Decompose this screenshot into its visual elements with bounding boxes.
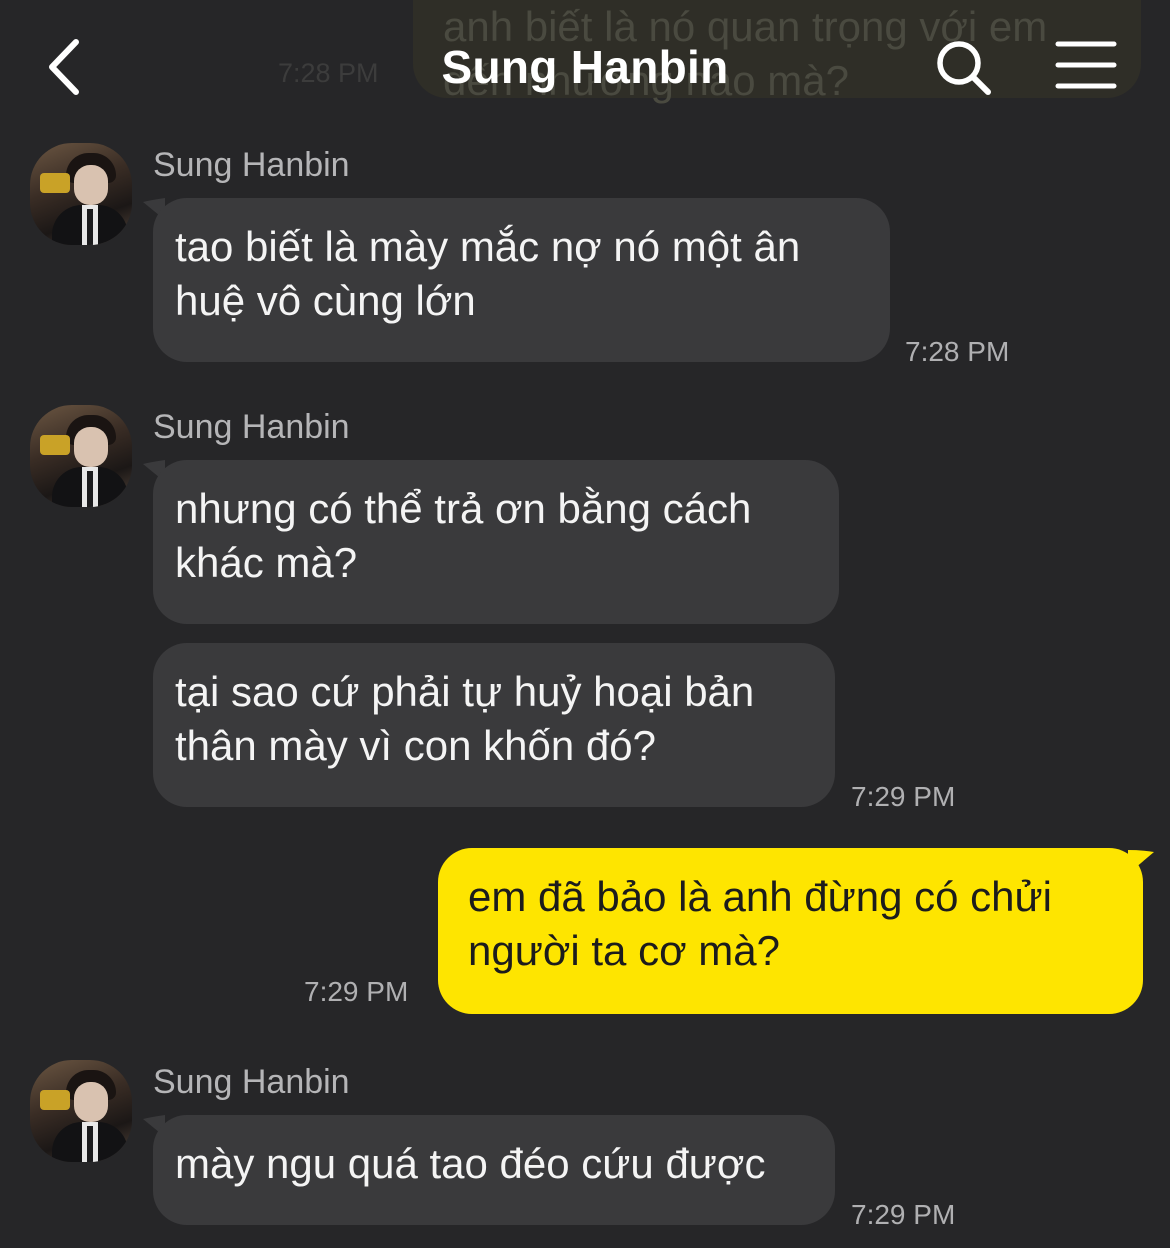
search-button[interactable] [932, 36, 996, 100]
sender-avatar[interactable] [30, 1060, 132, 1162]
hamburger-menu-icon [1055, 41, 1117, 89]
message-bubble[interactable]: nhưng có thể trả ơn bằng cách khác mà? [153, 460, 839, 624]
message-time: 7:28 PM [905, 336, 1010, 367]
chat-screen: anh biết là nó quan trọng với em đến như… [0, 0, 1170, 1248]
message-bubble[interactable]: tại sao cứ phải tự huỷ hoại bản thân mày… [153, 643, 835, 807]
bubble-tail [1128, 850, 1154, 874]
search-icon [937, 41, 991, 95]
sender-name: Sung Hanbin [153, 408, 350, 446]
outgoing-message-bubble[interactable]: em đã bảo là anh đừng có chửi người ta c… [438, 848, 1143, 1014]
sender-avatar[interactable] [30, 143, 132, 245]
sender-name: Sung Hanbin [153, 146, 350, 184]
sender-name: Sung Hanbin [153, 1063, 350, 1101]
message-time: 7:29 PM [851, 781, 956, 812]
chat-header: Sung Hanbin [0, 0, 1170, 135]
menu-button[interactable] [1052, 38, 1120, 94]
message-bubble[interactable]: tao biết là mày mắc nợ nó một ân huệ vô … [153, 198, 890, 362]
message-time: 7:29 PM [851, 1199, 956, 1230]
message-time: 7:29 PM [304, 976, 409, 1007]
sender-avatar[interactable] [30, 405, 132, 507]
message-bubble[interactable]: mày ngu quá tao đéo cứu được [153, 1115, 835, 1225]
